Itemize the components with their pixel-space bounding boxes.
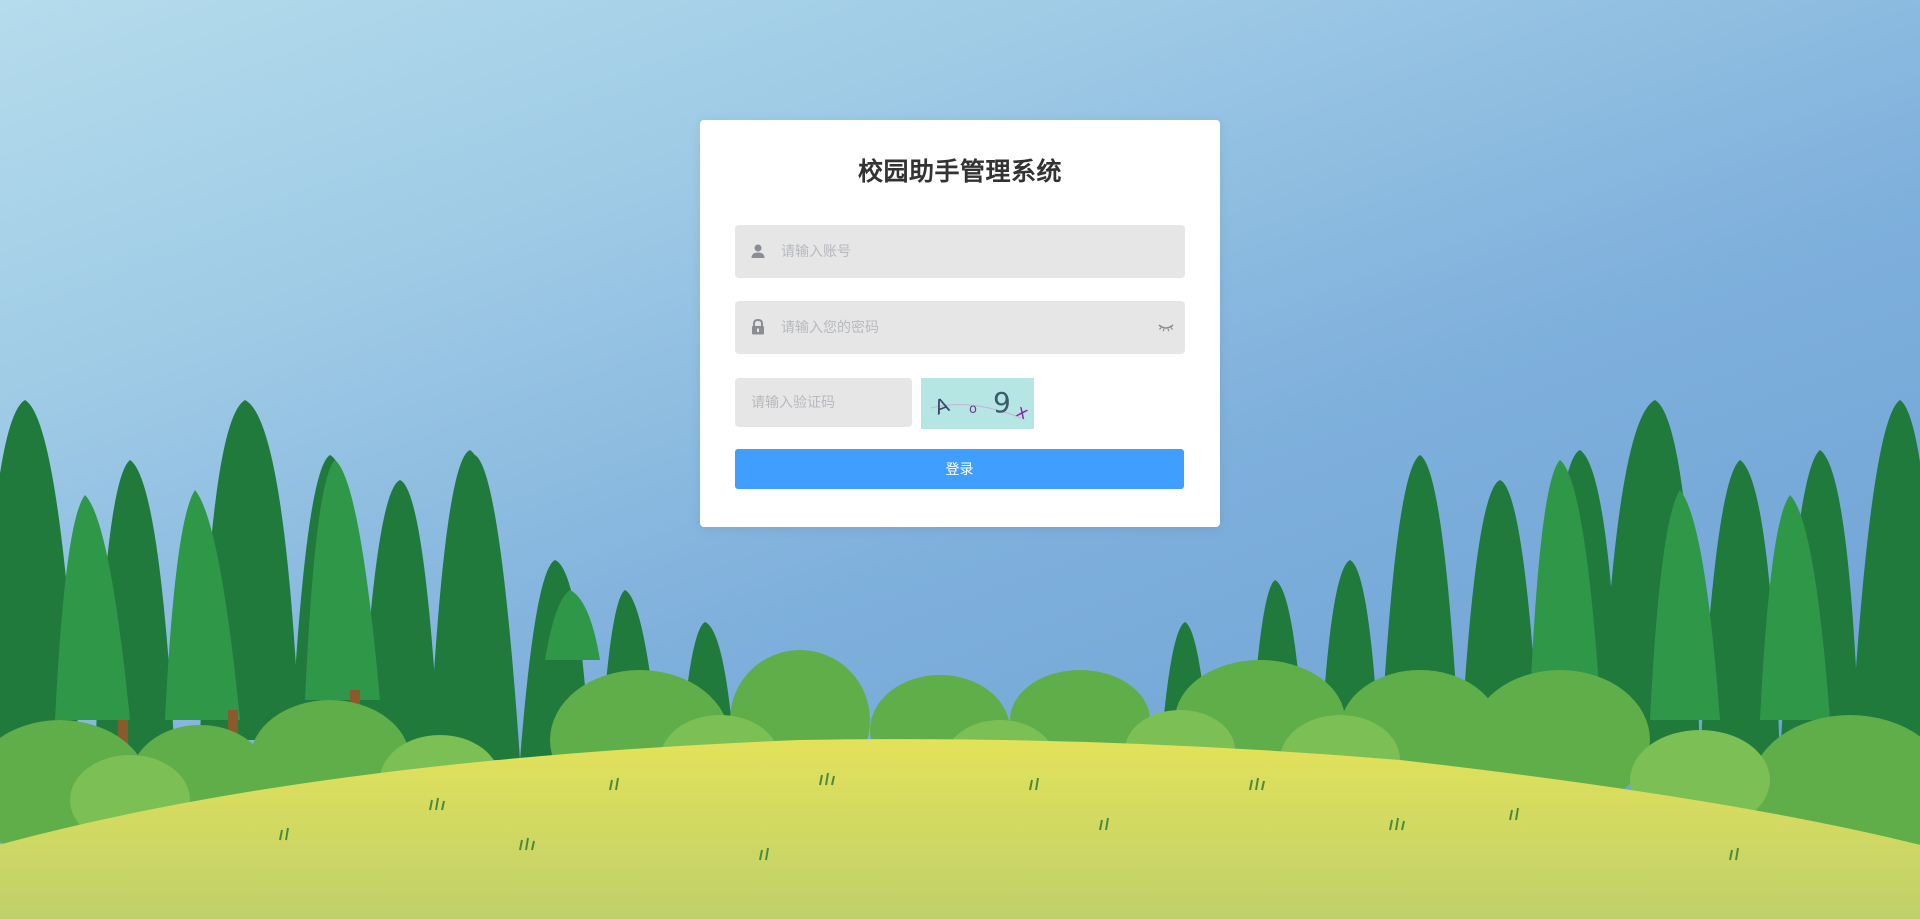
account-field[interactable] (735, 225, 1185, 278)
captcha-field[interactable] (735, 378, 912, 427)
user-icon (751, 244, 765, 258)
captcha-char: 9 (993, 386, 1011, 419)
captcha-input[interactable] (751, 378, 901, 427)
account-input[interactable] (781, 225, 1141, 278)
eye-closed-icon[interactable] (1157, 319, 1175, 335)
login-card: 校园助手管理系统 请输入账号 请输入验证码 A o 9 x 登录 (700, 120, 1220, 527)
password-input[interactable] (781, 301, 1141, 354)
login-button[interactable]: 登录 (735, 449, 1184, 489)
password-field[interactable] (735, 301, 1185, 354)
captcha-char: o (969, 402, 977, 417)
lock-icon (752, 318, 764, 335)
page-title: 校园助手管理系统 (857, 157, 1062, 186)
captcha-image[interactable]: A o 9 x (921, 378, 1034, 429)
login-page: 校园助手管理系统 请输入账号 请输入验证码 A o 9 x 登录 (0, 0, 1920, 919)
